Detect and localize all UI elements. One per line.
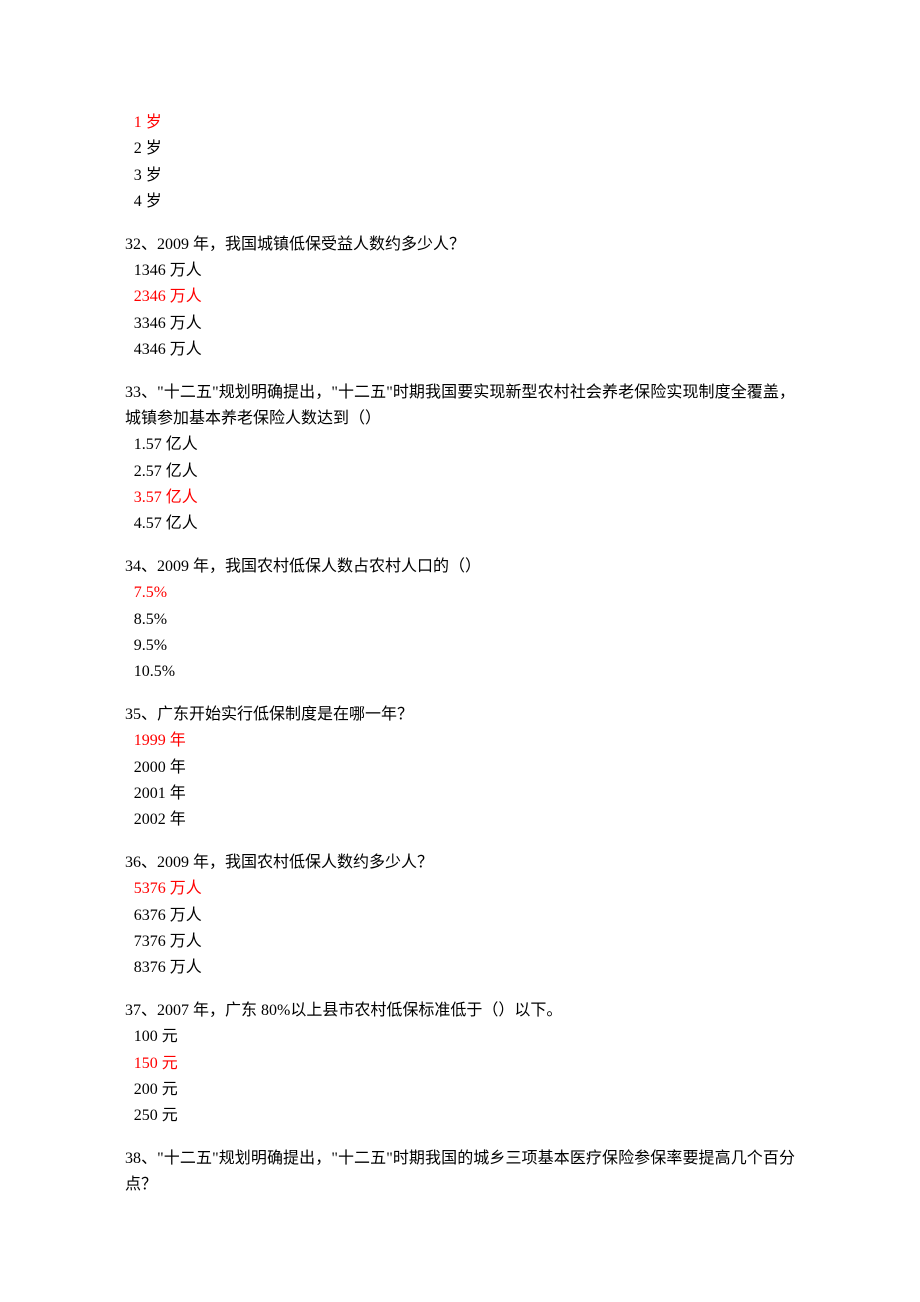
option: 2001 年 (125, 781, 795, 807)
question-stem: 38、"十二五"规划明确提出，"十二五"时期我国的城乡三项基本医疗保险参保率要提… (125, 1146, 795, 1199)
option: 1 岁 (125, 110, 795, 136)
question-stem: 34、2009 年，我国农村低保人数占农村人口的（） (125, 554, 795, 580)
option: 1346 万人 (125, 258, 795, 284)
option: 4346 万人 (125, 337, 795, 363)
option: 10.5% (125, 659, 795, 685)
option: 2000 年 (125, 755, 795, 781)
option: 150 元 (125, 1051, 795, 1077)
option: 100 元 (125, 1024, 795, 1050)
question-36: 36、2009 年，我国农村低保人数约多少人？ 5376 万人 6376 万人 … (125, 850, 795, 982)
option: 200 元 (125, 1077, 795, 1103)
document-page: 1 岁 2 岁 3 岁 4 岁 32、2009 年，我国城镇低保受益人数约多少人… (0, 0, 920, 1274)
question-31: 1 岁 2 岁 3 岁 4 岁 (125, 110, 795, 216)
question-34: 34、2009 年，我国农村低保人数占农村人口的（） 7.5% 8.5% 9.5… (125, 554, 795, 686)
option: 2 岁 (125, 136, 795, 162)
question-35: 35、广东开始实行低保制度是在哪一年？ 1999 年 2000 年 2001 年… (125, 702, 795, 834)
question-38: 38、"十二五"规划明确提出，"十二五"时期我国的城乡三项基本医疗保险参保率要提… (125, 1146, 795, 1199)
question-37: 37、2007 年，广东 80%以上县市农村低保标准低于（）以下。 100 元 … (125, 998, 795, 1130)
option: 3 岁 (125, 163, 795, 189)
option: 3.57 亿人 (125, 485, 795, 511)
option: 1.57 亿人 (125, 432, 795, 458)
question-stem: 37、2007 年，广东 80%以上县市农村低保标准低于（）以下。 (125, 998, 795, 1024)
question-stem: 33、"十二五"规划明确提出，"十二五"时期我国要实现新型农村社会养老保险实现制… (125, 380, 795, 433)
option: 250 元 (125, 1103, 795, 1129)
option: 8376 万人 (125, 955, 795, 981)
question-32: 32、2009 年，我国城镇低保受益人数约多少人？ 1346 万人 2346 万… (125, 232, 795, 364)
question-stem: 32、2009 年，我国城镇低保受益人数约多少人？ (125, 232, 795, 258)
question-stem: 35、广东开始实行低保制度是在哪一年？ (125, 702, 795, 728)
option: 7376 万人 (125, 929, 795, 955)
option: 3346 万人 (125, 311, 795, 337)
question-stem: 36、2009 年，我国农村低保人数约多少人？ (125, 850, 795, 876)
option: 4 岁 (125, 189, 795, 215)
option: 8.5% (125, 607, 795, 633)
option: 4.57 亿人 (125, 511, 795, 537)
option: 2002 年 (125, 807, 795, 833)
option: 2346 万人 (125, 284, 795, 310)
option: 2.57 亿人 (125, 459, 795, 485)
option: 1999 年 (125, 728, 795, 754)
option: 6376 万人 (125, 903, 795, 929)
option: 5376 万人 (125, 876, 795, 902)
option: 7.5% (125, 580, 795, 606)
option: 9.5% (125, 633, 795, 659)
question-33: 33、"十二五"规划明确提出，"十二五"时期我国要实现新型农村社会养老保险实现制… (125, 380, 795, 538)
